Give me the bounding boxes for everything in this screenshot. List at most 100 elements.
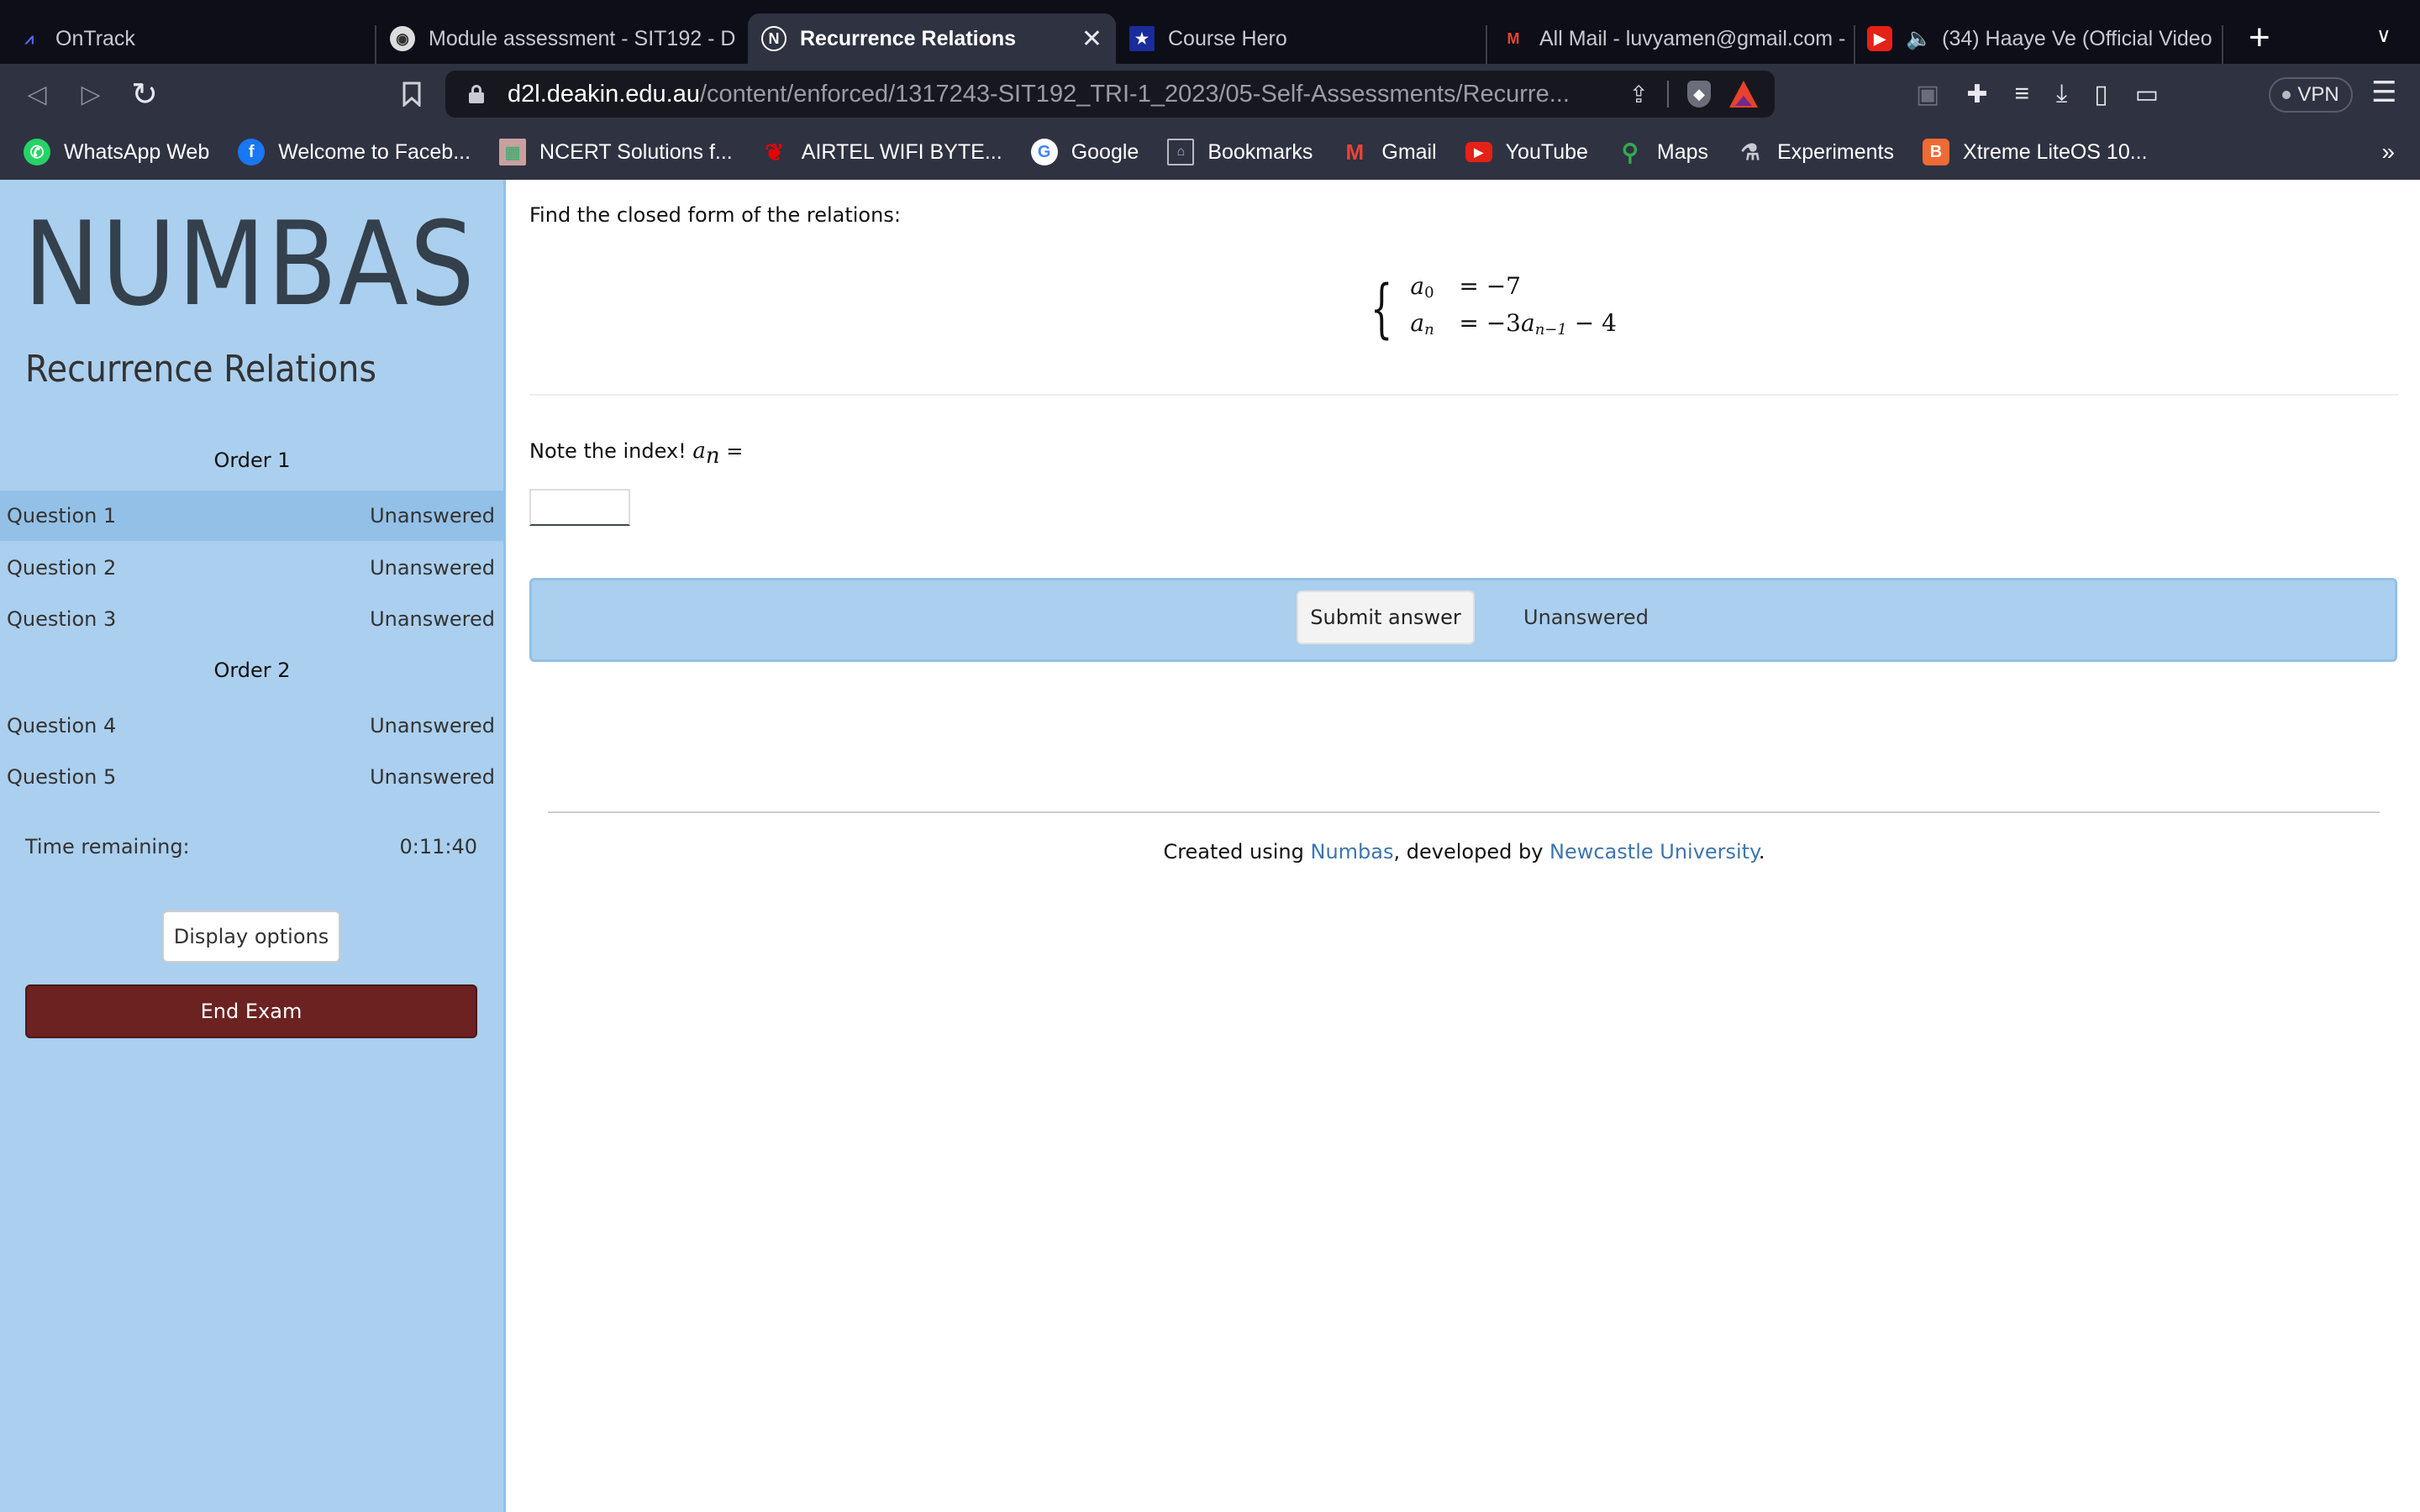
tab-ontrack[interactable]: ⩘ OnTrack	[17, 13, 370, 64]
sidebar-toggle-icon[interactable]: ▯	[2094, 80, 2108, 109]
question-group-title: Order 2	[213, 659, 291, 682]
browser-tab-bar: ⩘ OnTrack ◉ Module assessment - SIT192 -…	[0, 0, 2420, 64]
answer-status: Unanswered	[1523, 606, 1649, 629]
whatsapp-icon: ✆	[24, 139, 50, 165]
tab-gmail[interactable]: M All Mail - luvyamen@gmail.com -	[1501, 13, 1846, 64]
audio-playing-icon[interactable]: 🔈	[1906, 27, 1932, 51]
new-tab-button[interactable]: +	[2249, 17, 2270, 59]
vpn-status-dot-icon	[2282, 91, 2291, 99]
bookmark-label: Maps	[1656, 139, 1709, 164]
submit-answer-button[interactable]: Submit answer	[1297, 591, 1475, 644]
bookmark-label: AIRTEL WIFI BYTE...	[801, 139, 1002, 164]
bookmark-bookmarks[interactable]: ⌂ Bookmarks	[1167, 139, 1313, 165]
question-label: Question 2	[7, 556, 117, 580]
tab-separator	[2222, 25, 2223, 64]
end-exam-button[interactable]: End Exam	[25, 984, 477, 1038]
bookmark-whatsapp[interactable]: ✆ WhatsApp Web	[24, 139, 209, 165]
close-tab-icon[interactable]: ✕	[1081, 24, 1102, 54]
bookmark-ncert[interactable]: ▦ NCERT Solutions f...	[499, 139, 733, 165]
answer-input[interactable]	[529, 489, 630, 526]
bookmark-label: Xtreme LiteOS 10...	[1963, 139, 2148, 164]
question-nav-item-3[interactable]: Question 3 Unanswered	[0, 594, 503, 644]
brave-shields-icon[interactable]: ◆	[1687, 81, 1711, 108]
extensions-puzzle-icon[interactable]: ✚	[1966, 80, 1987, 109]
tab-title: Module assessment - SIT192 - D	[429, 26, 736, 50]
exam-sidebar: NUMBAS Recurrence Relations Order 1 Ques…	[0, 180, 506, 1512]
bookmark-experiments[interactable]: ⚗ Experiments	[1737, 139, 1894, 165]
question-nav-item-1[interactable]: Question 1 Unanswered	[0, 491, 503, 541]
bookmarks-overflow-button[interactable]: »	[2381, 139, 2395, 165]
flask-icon: ⚗	[1740, 139, 1760, 165]
forward-button[interactable]: ▷	[74, 77, 108, 111]
address-bar[interactable]: d2l.deakin.edu.au/content/enforced/13172…	[445, 71, 1775, 118]
question-label: Question 3	[7, 607, 117, 631]
divider	[1667, 81, 1669, 108]
course-hero-star-icon: ★	[1129, 26, 1155, 51]
tab-module-assessment[interactable]: ◉ Module assessment - SIT192 - D	[390, 13, 743, 64]
question-nav-item-4[interactable]: Question 4 Unanswered	[0, 701, 503, 751]
section-divider	[529, 394, 2399, 396]
bookmark-label: Google	[1071, 139, 1139, 164]
bookmark-facebook[interactable]: f Welcome to Faceb...	[238, 139, 471, 165]
tab-title: (34) Haaye Ve (Official Video	[1942, 26, 2212, 50]
question-nav-item-2[interactable]: Question 2 Unanswered	[0, 543, 503, 593]
left-brace: {	[1370, 270, 1393, 345]
bookmarks-bar: ✆ WhatsApp Web f Welcome to Faceb... ▦ NCER…	[0, 124, 2420, 180]
share-icon[interactable]: ⇪	[1629, 81, 1649, 108]
newcastle-university-link[interactable]: Newcastle University	[1549, 840, 1759, 864]
wallet-icon[interactable]: ▭	[2135, 80, 2159, 109]
bookmark-google[interactable]: G Google	[1030, 139, 1139, 165]
tab-separator	[1854, 25, 1855, 64]
footer-text: , developed by	[1393, 840, 1550, 864]
question-status: Unanswered	[370, 556, 495, 580]
bookmark-gmail[interactable]: M Gmail	[1341, 139, 1437, 165]
browser-menu-icon[interactable]: ☰	[2371, 76, 2396, 109]
reload-button[interactable]: ↻	[128, 77, 161, 113]
blogger-icon: B	[1923, 139, 1950, 165]
display-options-button[interactable]: Display options	[162, 911, 340, 963]
youtube-icon: ▶	[1465, 142, 1492, 162]
tab-recurrence-relations[interactable]: N Recurrence Relations ✕	[748, 13, 1116, 64]
tab-search-chevron-icon[interactable]: ∨	[2376, 24, 2391, 48]
footer-text: .	[1758, 840, 1765, 864]
question-main: Find the closed form of the relations: {…	[508, 180, 2420, 1512]
bookmarks-book-icon: ⌂	[1167, 139, 1195, 165]
question-status: Unanswered	[370, 765, 495, 789]
media-playlist-icon[interactable]: ≡	[2015, 80, 2030, 108]
bookmark-maps[interactable]: ⚲ Maps	[1617, 139, 1708, 165]
bookmark-label: WhatsApp Web	[64, 139, 210, 164]
extension-robot-icon[interactable]: ▣	[1916, 80, 1939, 109]
bookmark-label: YouTube	[1505, 139, 1588, 164]
vpn-button[interactable]: VPN	[2269, 77, 2353, 113]
tab-course-hero[interactable]: ★ Course Hero	[1129, 13, 1482, 64]
bookmark-page-button[interactable]	[395, 77, 429, 111]
facebook-icon: f	[238, 139, 266, 165]
recurrence-equations: { a0 = −7 an = −3an−1 − 4	[1361, 272, 1617, 344]
tab-title: Course Hero	[1168, 26, 1287, 50]
equation-lhs-0: a0	[1410, 272, 1434, 302]
bookmark-airtel[interactable]: ❦ AIRTEL WIFI BYTE...	[761, 139, 1002, 165]
time-remaining: Time remaining: 0:11:40	[25, 835, 477, 858]
bookmark-label: NCERT Solutions f...	[539, 139, 733, 164]
numbas-logo: NUMBAS	[24, 197, 476, 332]
tab-separator	[375, 25, 376, 64]
tab-title: Recurrence Relations	[800, 26, 1017, 50]
youtube-icon: ▶	[1867, 26, 1892, 51]
bookmark-xtreme-liteos[interactable]: B Xtreme LiteOS 10...	[1923, 139, 2148, 165]
submit-feedback-bar: Submit answer Unanswered	[529, 578, 2397, 662]
downloads-icon[interactable]: ⤓	[2056, 80, 2067, 108]
tab-separator	[1486, 25, 1487, 64]
bookmark-youtube[interactable]: ▶ YouTube	[1465, 140, 1588, 165]
question-group-title: Order 1	[213, 449, 291, 472]
question-nav-item-5[interactable]: Question 5 Unanswered	[0, 752, 503, 802]
tab-youtube[interactable]: ▶ 🔈 (34) Haaye Ve (Official Video	[1867, 13, 2212, 64]
equation-rhs-1: = −3an−1 − 4	[1459, 309, 1617, 339]
question-label: Question 1	[7, 504, 117, 528]
numbas-link[interactable]: Numbas	[1311, 840, 1394, 864]
question-status: Unanswered	[370, 607, 495, 631]
back-button[interactable]: ◁	[20, 77, 54, 111]
brave-rewards-icon[interactable]	[1729, 81, 1758, 108]
question-status: Unanswered	[370, 504, 495, 528]
footer-text: Created using	[1163, 840, 1311, 864]
ncert-icon: ▦	[499, 139, 527, 165]
